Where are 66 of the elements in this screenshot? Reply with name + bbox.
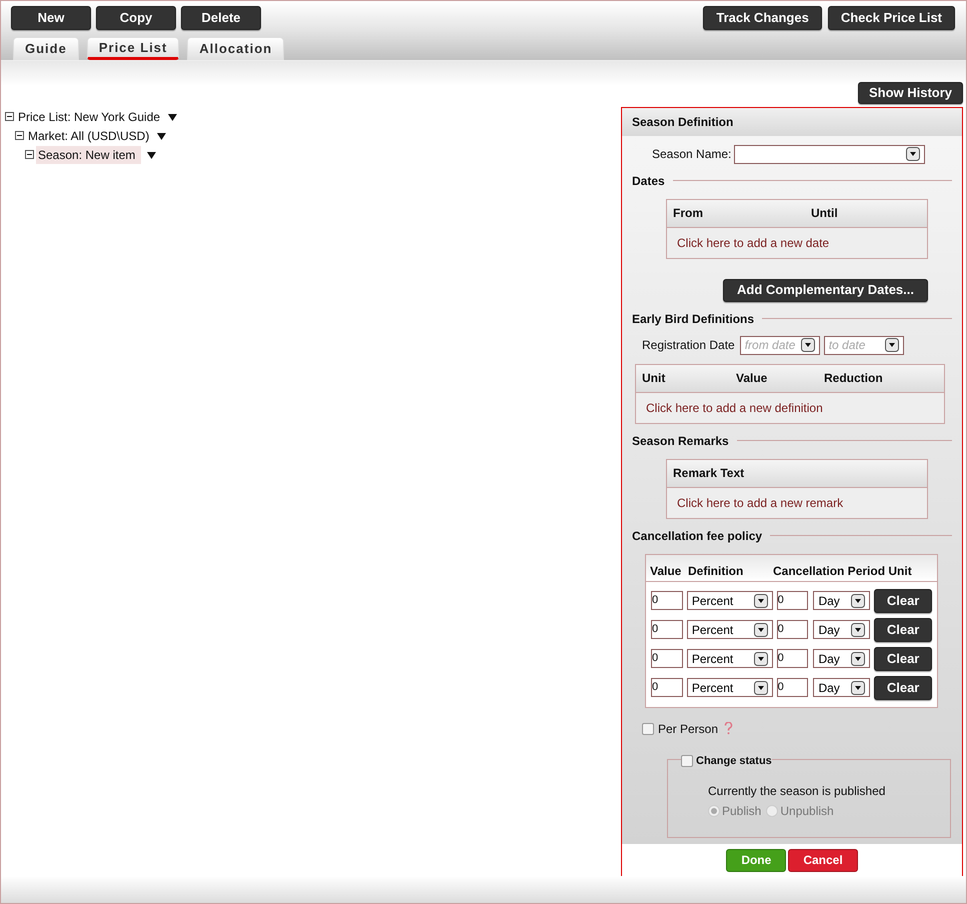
toolbar-button[interactable]: Check Price List <box>828 6 955 30</box>
collapse-icon[interactable] <box>25 150 34 159</box>
add-complementary-dates-button[interactable]: Add Complementary Dates... <box>723 278 928 302</box>
caret-icon[interactable] <box>168 112 178 120</box>
clear-button[interactable]: Clear <box>874 588 932 612</box>
column-header: Until <box>811 205 838 222</box>
tree-item[interactable]: Price List: New York Guide <box>16 108 162 126</box>
collapse-icon[interactable] <box>5 112 14 121</box>
checkbox-label: Change status <box>696 754 772 768</box>
tree-item[interactable]: Market: All (USD\USD) <box>26 126 152 144</box>
add-link[interactable]: Click here to add a new definition <box>646 398 823 416</box>
definition-select[interactable]: Percent <box>686 678 773 697</box>
add-link[interactable]: Click here to add a new date <box>677 234 830 252</box>
value-input[interactable]: 0 <box>651 678 683 697</box>
column-header: Remark Text <box>673 465 744 482</box>
field-label: Season Name: <box>652 146 732 163</box>
caret-icon[interactable] <box>147 150 156 158</box>
checkbox[interactable] <box>642 722 654 734</box>
clear-button[interactable]: Clear <box>874 676 932 700</box>
checkbox-label: Per Person <box>658 720 718 738</box>
toolbar-button[interactable]: Track Changes <box>703 6 822 30</box>
caret-icon[interactable] <box>157 132 166 140</box>
unit-select[interactable]: Day <box>813 649 870 668</box>
toolbar-button[interactable]: Delete <box>181 6 261 30</box>
unit-select[interactable]: Day <box>813 678 870 697</box>
period-input[interactable]: 0 <box>776 649 808 668</box>
radio-label: Unpublish <box>780 802 834 820</box>
season-name-select[interactable] <box>734 144 926 164</box>
tab[interactable]: Price List <box>86 37 180 60</box>
section-title: Early Bird Definitions <box>632 310 754 328</box>
panel-title: Season Definition <box>632 114 734 130</box>
clear-button[interactable]: Clear <box>874 646 932 670</box>
section-title: Season Remarks <box>632 432 729 450</box>
column-header: Value <box>736 370 768 387</box>
section-title: Cancellation fee policy <box>632 528 762 544</box>
column-header: From <box>673 205 704 222</box>
unit-select[interactable]: Day <box>813 620 870 639</box>
period-input[interactable]: 0 <box>776 678 808 697</box>
column-header: Definition <box>688 562 744 580</box>
toolbar-button[interactable]: Copy <box>96 6 176 30</box>
value-input[interactable]: 0 <box>651 591 683 610</box>
clear-button[interactable]: Clear <box>874 618 932 642</box>
cancel-button[interactable]: Cancel <box>788 848 858 872</box>
column-header: Unit <box>642 370 666 387</box>
column-header: Reduction <box>824 370 883 387</box>
definition-select[interactable]: Percent <box>686 649 773 668</box>
definition-select[interactable]: Percent <box>686 620 773 639</box>
toolbar-button[interactable]: New <box>11 6 91 30</box>
status-message: Currently the season is published <box>708 782 886 800</box>
period-input[interactable]: 0 <box>776 620 808 639</box>
tab[interactable]: Guide <box>13 37 79 60</box>
tab[interactable]: Allocation <box>187 37 284 60</box>
value-input[interactable]: 0 <box>651 649 683 668</box>
period-input[interactable]: 0 <box>776 591 808 610</box>
collapse-icon[interactable] <box>15 131 24 140</box>
show-history-button[interactable]: Show History <box>858 82 963 104</box>
value-input[interactable]: 0 <box>651 620 683 639</box>
definition-select[interactable]: Percent <box>686 591 773 610</box>
section-title: Dates <box>632 172 665 190</box>
field-label: Registration Date <box>642 337 735 354</box>
unit-select[interactable]: Day <box>813 591 870 610</box>
column-header: Cancellation Period Unit <box>773 562 912 580</box>
radio-label: Publish <box>722 802 762 820</box>
tree-item[interactable]: Season: New item <box>36 146 142 164</box>
column-header: Value <box>650 562 682 580</box>
add-link[interactable]: Click here to add a new remark <box>677 494 844 512</box>
